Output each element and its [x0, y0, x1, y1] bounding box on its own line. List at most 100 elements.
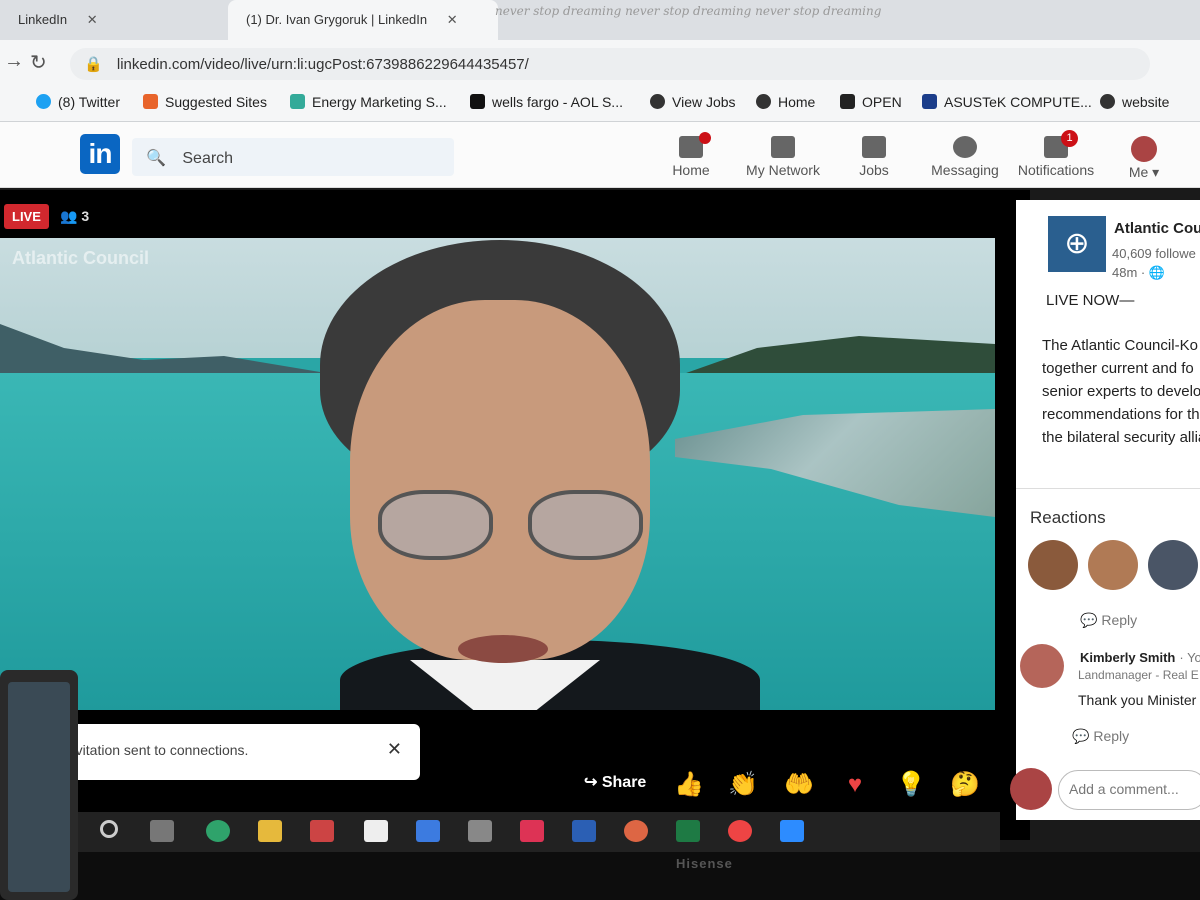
reply-button[interactable]: 💬 Reply — [1072, 728, 1129, 745]
bookmark-wells-fargo[interactable]: wells fargo - AOL S... — [470, 94, 623, 110]
description-line: senior experts to develo — [1042, 383, 1200, 400]
bookmark-label: Suggested Sites — [165, 94, 267, 110]
share-arrow-icon: ↪ — [584, 774, 602, 791]
bookmark-label: Energy Marketing S... — [312, 94, 447, 110]
bookmark-home[interactable]: Home — [756, 94, 815, 110]
phone-screen — [8, 682, 70, 892]
app-icon[interactable] — [468, 820, 492, 842]
bookmarks-bar: (8) Twitter Suggested Sites Energy Marke… — [0, 86, 1200, 122]
share-button[interactable]: ↪ Share — [584, 772, 646, 792]
bookmark-energy-marketing[interactable]: Energy Marketing S... — [290, 94, 447, 110]
aol-icon — [470, 94, 485, 109]
linkedin-logo[interactable]: in — [80, 134, 120, 174]
nav-messaging[interactable]: Messaging — [930, 136, 1000, 178]
task-view-icon[interactable] — [150, 820, 174, 842]
commenter-avatar[interactable] — [1020, 644, 1064, 688]
network-icon — [771, 136, 795, 158]
search-icon[interactable] — [100, 820, 118, 838]
description-line: The Atlantic Council-Ko — [1042, 337, 1198, 354]
excel-icon[interactable] — [676, 820, 700, 842]
bookmark-suggested-sites[interactable]: Suggested Sites — [143, 94, 267, 110]
twitter-icon — [36, 94, 51, 109]
energy-icon — [290, 94, 305, 109]
bookmark-asus[interactable]: ASUSTeK COMPUTE... — [922, 94, 1092, 110]
follower-count: 40,609 followe — [1112, 246, 1196, 261]
share-label: Share — [601, 774, 647, 791]
nav-label: Me — [1128, 164, 1149, 180]
zoom-icon[interactable] — [780, 820, 804, 842]
video-watermark: Atlantic Council — [12, 248, 150, 268]
tab-title: LinkedIn — [18, 12, 68, 27]
atlantic-council-logo[interactable]: ⊕ — [1048, 216, 1106, 272]
org-name[interactable]: Atlantic Cou — [1114, 220, 1200, 237]
celebrate-reaction-icon[interactable]: 👏 — [728, 770, 758, 800]
close-icon[interactable]: ✕ — [387, 739, 402, 760]
search-input[interactable]: 🔍 Search — [132, 138, 454, 176]
live-video[interactable]: Atlantic Council — [0, 238, 995, 710]
suggested-sites-icon — [143, 94, 158, 109]
reactor-avatar[interactable] — [1088, 540, 1138, 590]
photos-icon[interactable] — [624, 820, 648, 842]
like-reaction-icon[interactable]: 👍 — [674, 770, 704, 800]
speaker-mouth — [458, 635, 548, 663]
reactor-avatar[interactable] — [1028, 540, 1078, 590]
reactor-avatar[interactable] — [1148, 540, 1198, 590]
amazon-icon[interactable] — [364, 820, 388, 842]
commenter-headline: Landmanager - Real E — [1078, 668, 1199, 682]
bookmark-label: OPEN — [862, 94, 902, 110]
lock-icon: 🔒 — [84, 56, 103, 73]
activity-dot — [699, 132, 711, 144]
dropbox-icon[interactable] — [416, 820, 440, 842]
description-line: the bilateral security allia — [1042, 429, 1200, 446]
nav-jobs[interactable]: Jobs — [856, 136, 892, 178]
monitor-brand: Hisense — [676, 856, 733, 871]
bookmark-website[interactable]: website — [1100, 94, 1169, 110]
description-line: together current and fo — [1042, 360, 1194, 377]
insightful-reaction-icon[interactable]: 💡 — [896, 770, 926, 800]
comment-input[interactable]: Add a comment... — [1058, 770, 1200, 810]
close-icon[interactable]: ✕ — [87, 12, 98, 27]
word-icon[interactable] — [572, 820, 596, 842]
reload-icon[interactable]: ↻ — [30, 50, 47, 75]
globe-icon: 🌐 — [1148, 265, 1166, 280]
bookmark-view-jobs[interactable]: View Jobs — [650, 94, 736, 110]
bookmark-label: View Jobs — [672, 94, 736, 110]
love-reaction-icon[interactable]: ♥ — [840, 770, 870, 800]
glasses-lens-right — [528, 490, 643, 560]
asus-icon — [922, 94, 937, 109]
close-icon[interactable]: ✕ — [447, 12, 458, 27]
commenter-name[interactable]: Kimberly Smith· You — [1080, 650, 1200, 665]
forward-icon[interactable]: → — [4, 50, 24, 73]
phone — [0, 670, 78, 900]
bookmark-label: ASUSTeK COMPUTE... — [944, 94, 1092, 110]
app-icon[interactable] — [520, 820, 544, 842]
post-time-value: 48m — [1112, 265, 1138, 280]
viewer-count-value: 3 — [81, 208, 90, 224]
notification-badge: 1 — [1061, 130, 1078, 147]
viewer-count: 👥 3 — [60, 208, 89, 225]
reply-button[interactable]: 💬 Reply — [1080, 612, 1137, 629]
chrome-icon[interactable] — [728, 820, 752, 842]
nav-label: Home — [672, 162, 710, 178]
folder-icon[interactable] — [258, 820, 282, 842]
avatar — [1131, 136, 1157, 162]
bookmark-open[interactable]: OPEN — [840, 94, 902, 110]
edge-icon[interactable] — [206, 820, 230, 842]
support-reaction-icon[interactable]: 🤲 — [784, 770, 814, 800]
nav-home[interactable]: Home — [670, 132, 712, 178]
bookmark-label: website — [1122, 94, 1170, 110]
speaker-face — [350, 300, 650, 663]
curious-reaction-icon[interactable]: 🤔 — [950, 770, 980, 800]
nav-my-network[interactable]: My Network — [744, 136, 822, 178]
bell-icon: 1 — [1044, 130, 1078, 158]
browser-tab-active[interactable]: (1) Dr. Ivan Grygoruk | LinkedIn ✕ — [228, 0, 498, 40]
address-bar[interactable]: 🔒 linkedin.com/video/live/urn:li:ugcPost… — [70, 48, 1150, 80]
store-icon[interactable] — [310, 820, 334, 842]
nav-notifications[interactable]: 1 Notifications — [1016, 130, 1096, 178]
nav-me[interactable]: Me ▾ — [1124, 136, 1164, 181]
commenter-name-text: Kimberly Smith — [1080, 650, 1176, 665]
nav-label: Jobs — [859, 162, 889, 178]
browser-tab[interactable]: LinkedIn ✕ — [0, 0, 225, 40]
windows-taskbar — [0, 812, 1000, 852]
bookmark-twitter[interactable]: (8) Twitter — [36, 94, 120, 110]
